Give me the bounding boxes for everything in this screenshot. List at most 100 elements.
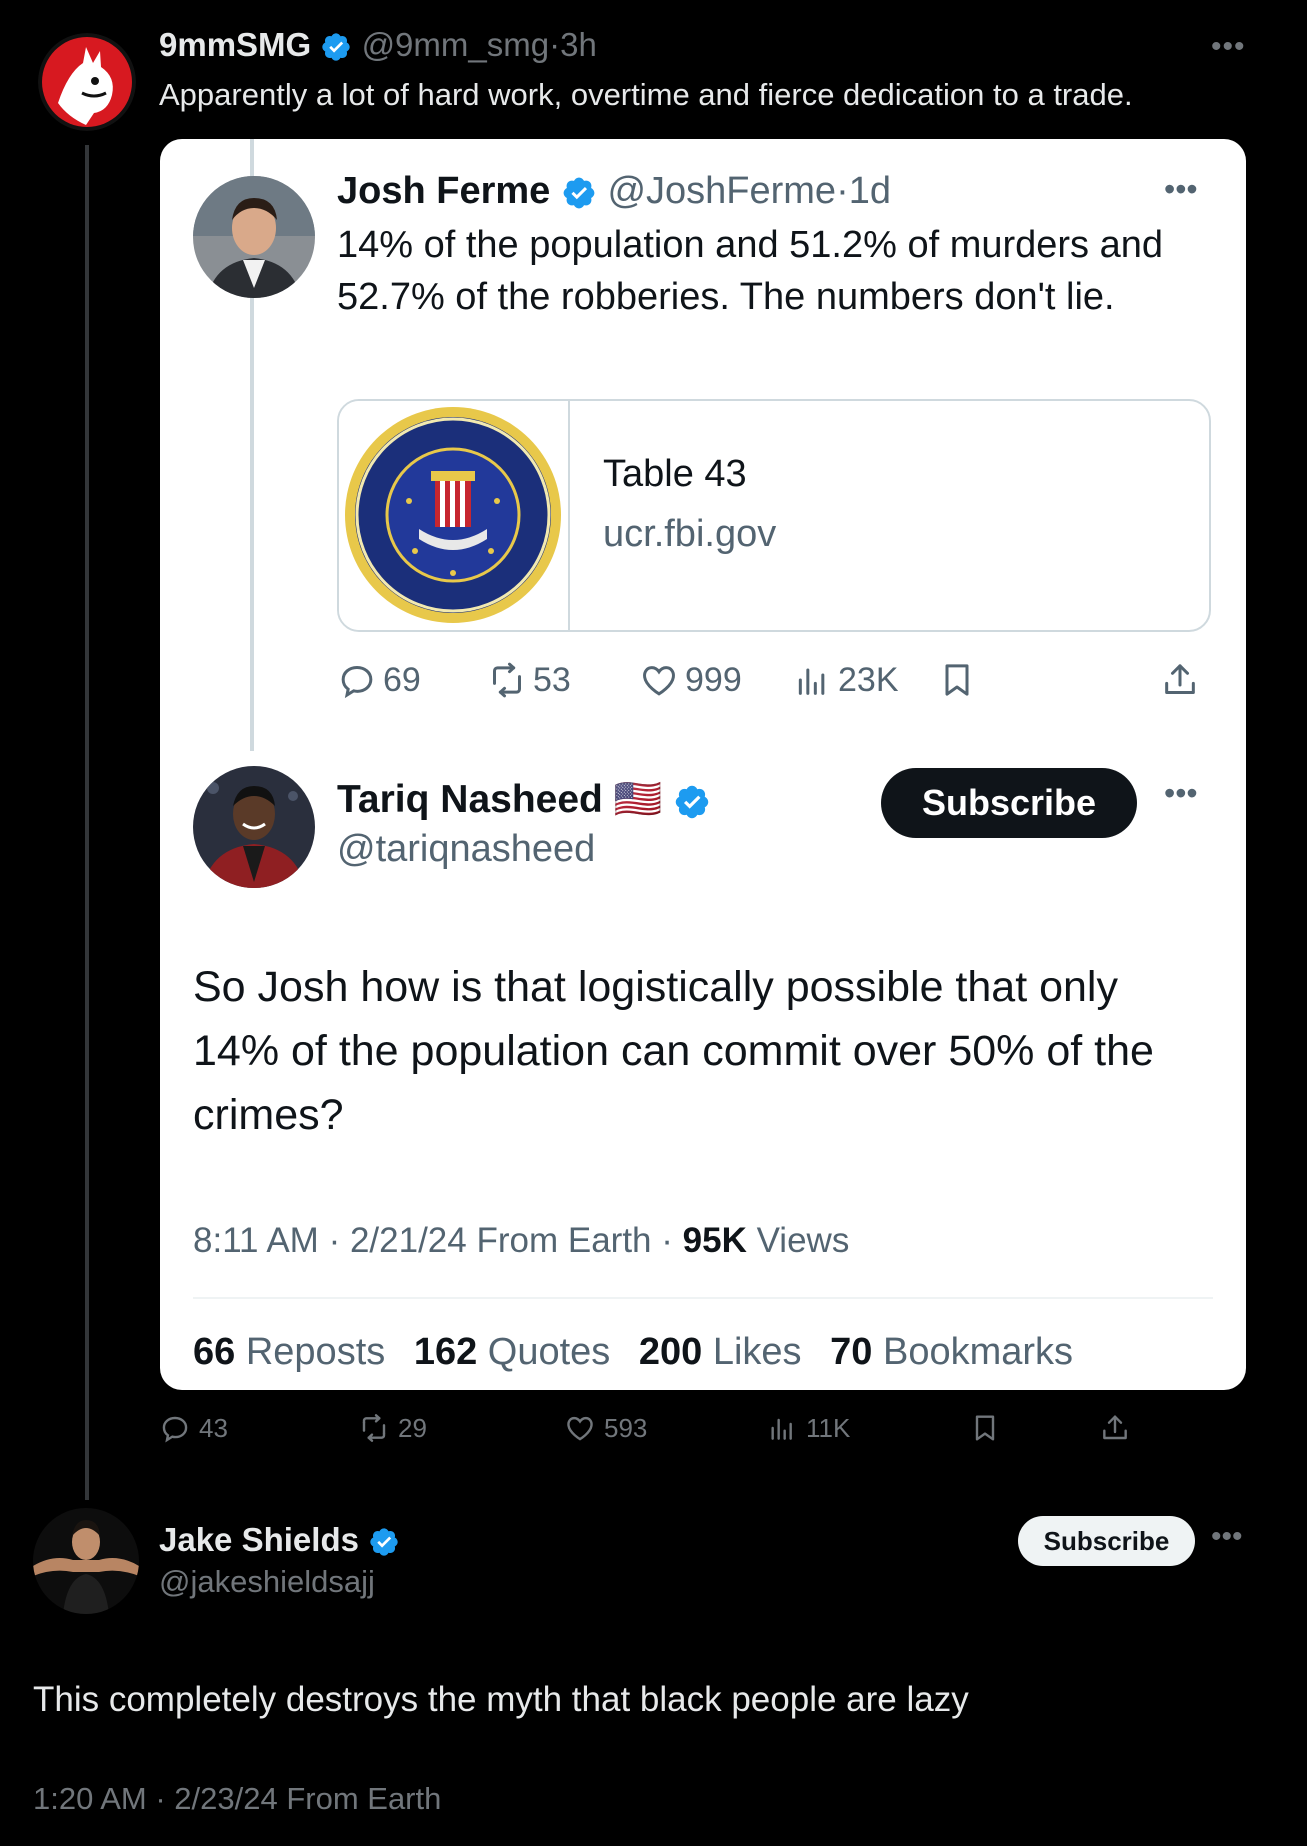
repost-count: 29 — [398, 1412, 427, 1443]
verified-badge-icon — [370, 1528, 398, 1556]
reply-icon — [162, 1416, 188, 1443]
more-options-icon[interactable]: ••• — [1164, 171, 1198, 208]
reply-tweet-text: So Josh how is that logistically possibl… — [193, 963, 1154, 1139]
bookmark-icon — [945, 664, 969, 696]
avatar-josh-ferme[interactable] — [193, 176, 315, 298]
separator: · — [328, 1221, 341, 1260]
quoted-tweet-text: 14% of the population and 51.2% of murde… — [337, 224, 1164, 318]
stat-label: Quotes — [487, 1331, 611, 1373]
tweet-date[interactable]: 2/21/24 — [350, 1221, 467, 1260]
views-label: Views — [756, 1221, 850, 1260]
author-name[interactable]: Tariq Nasheed — [337, 778, 603, 821]
like-count: 999 — [685, 660, 742, 699]
share-icon — [1103, 1415, 1127, 1440]
divider — [193, 1297, 1213, 1299]
stat-count: 66 — [193, 1331, 236, 1373]
share-button[interactable] — [1099, 1408, 1139, 1448]
reply-tweet-author: Tariq Nasheed 🇺🇸 — [337, 775, 711, 825]
repost-button[interactable]: 53 — [487, 655, 571, 705]
stat-count: 162 — [413, 1331, 478, 1373]
outer-tweet-actions: 43 29 593 11K — [159, 1408, 1159, 1448]
like-count: 593 — [604, 1412, 648, 1443]
more-options-icon[interactable]: ••• — [1164, 775, 1198, 812]
stat-bookmarks[interactable]: 70 Bookmarks — [830, 1331, 1073, 1373]
outer-tweet-header: 9mmSMG @9mm_smg·3h — [159, 24, 597, 66]
separator: · — [661, 1221, 673, 1260]
stat-label: Bookmarks — [882, 1331, 1074, 1373]
avatar-tariq-nasheed[interactable] — [193, 766, 315, 888]
repost-icon — [362, 1414, 386, 1442]
jake-author: Jake Shields — [159, 1518, 400, 1562]
author-handle[interactable]: @JoshFerme — [607, 170, 836, 212]
reply-button[interactable]: 69 — [337, 655, 421, 705]
views-count: 95K — [682, 1221, 747, 1260]
quoted-screenshot-card[interactable]: Josh Ferme @JoshFerme·1d ••• 14% of the … — [160, 139, 1246, 1390]
avatar-jake-shields[interactable] — [33, 1508, 139, 1614]
subscribe-button[interactable]: Subscribe — [1018, 1516, 1195, 1566]
heart-icon — [567, 1416, 593, 1441]
analytics-icon — [798, 668, 825, 695]
tweet-meta[interactable]: 1:20 AM · 2/23/24 From Earth — [33, 1778, 441, 1820]
verified-badge-icon — [675, 785, 709, 818]
stat-reposts[interactable]: 66 Reposts — [193, 1331, 385, 1373]
reply-button[interactable]: 43 — [159, 1408, 228, 1448]
views-button[interactable]: 11K — [766, 1408, 850, 1448]
bookmark-button[interactable] — [937, 655, 983, 705]
author-handle[interactable]: @tariqnasheed — [337, 825, 595, 873]
repost-count: 53 — [533, 660, 571, 699]
quoted-tweet-actions: 69 53 999 23K — [337, 655, 1211, 705]
stat-likes[interactable]: 200 Likes — [639, 1331, 802, 1373]
like-button[interactable]: 999 — [639, 655, 742, 705]
stat-count: 70 — [830, 1331, 873, 1373]
author-handle[interactable]: @jakeshieldsajj — [159, 1561, 375, 1603]
us-flag-icon: 🇺🇸 — [613, 778, 663, 821]
stat-label: Reposts — [245, 1331, 386, 1373]
tweet-time[interactable]: 8:11 AM — [193, 1221, 319, 1260]
link-preview-card[interactable]: Table 43 ucr.fbi.gov — [337, 399, 1211, 632]
quoted-tweet-header: Josh Ferme @JoshFerme·1d — [337, 167, 891, 215]
verified-badge-icon — [322, 33, 351, 61]
stat-quotes[interactable]: 162 Quotes — [414, 1331, 611, 1373]
separator: · — [836, 170, 849, 212]
view-count: 23K — [838, 660, 899, 699]
person-photo-icon — [193, 766, 315, 888]
tweet-time[interactable]: 1d — [849, 170, 891, 212]
link-title: Table 43 — [603, 453, 747, 495]
reply-icon — [341, 665, 373, 699]
stat-label: Likes — [712, 1331, 802, 1373]
more-options-icon[interactable]: ••• — [1211, 1520, 1243, 1554]
like-button[interactable]: 593 — [564, 1408, 647, 1448]
bookmark-button[interactable] — [969, 1408, 1009, 1448]
heart-icon — [643, 666, 675, 696]
person-photo-icon — [33, 1508, 139, 1614]
fbi-seal-image — [339, 401, 570, 630]
link-domain: ucr.fbi.gov — [603, 513, 777, 555]
bottom-tweet-text: This completely destroys the myth that b… — [33, 1680, 969, 1719]
avatar-9mmsmg[interactable] — [38, 33, 136, 131]
views-button[interactable]: 23K — [792, 655, 899, 705]
tweet-source: From Earth — [476, 1221, 652, 1260]
more-options-icon[interactable]: ••• — [1211, 30, 1246, 64]
author-name[interactable]: Jake Shields — [159, 1521, 359, 1558]
engagement-stats: 66 Reposts 162 Quotes 200 Likes 70 Bookm… — [193, 1328, 1091, 1376]
repost-button[interactable]: 29 — [358, 1408, 427, 1448]
subscribe-button[interactable]: Subscribe — [881, 768, 1137, 838]
tweet-time[interactable]: 3h — [560, 26, 597, 63]
author-name[interactable]: Josh Ferme — [337, 170, 550, 212]
verified-badge-icon — [563, 177, 595, 209]
thread-line — [85, 145, 89, 1500]
share-icon — [1165, 664, 1195, 694]
bookmark-icon — [975, 1415, 995, 1441]
repost-icon — [493, 662, 521, 698]
view-count: 11K — [806, 1412, 851, 1443]
author-name[interactable]: 9mmSMG — [159, 26, 311, 63]
analytics-icon — [771, 1418, 792, 1440]
tweet-meta: 8:11 AM · 2/21/24 From Earth · 95K Views — [193, 1218, 849, 1264]
donkey-logo-icon — [38, 33, 136, 131]
fbi-seal-icon — [345, 407, 561, 623]
share-button[interactable] — [1160, 655, 1206, 705]
reply-count: 43 — [199, 1412, 228, 1443]
person-photo-icon — [193, 176, 315, 298]
separator: · — [549, 26, 561, 63]
author-handle[interactable]: @9mm_smg — [362, 26, 550, 63]
